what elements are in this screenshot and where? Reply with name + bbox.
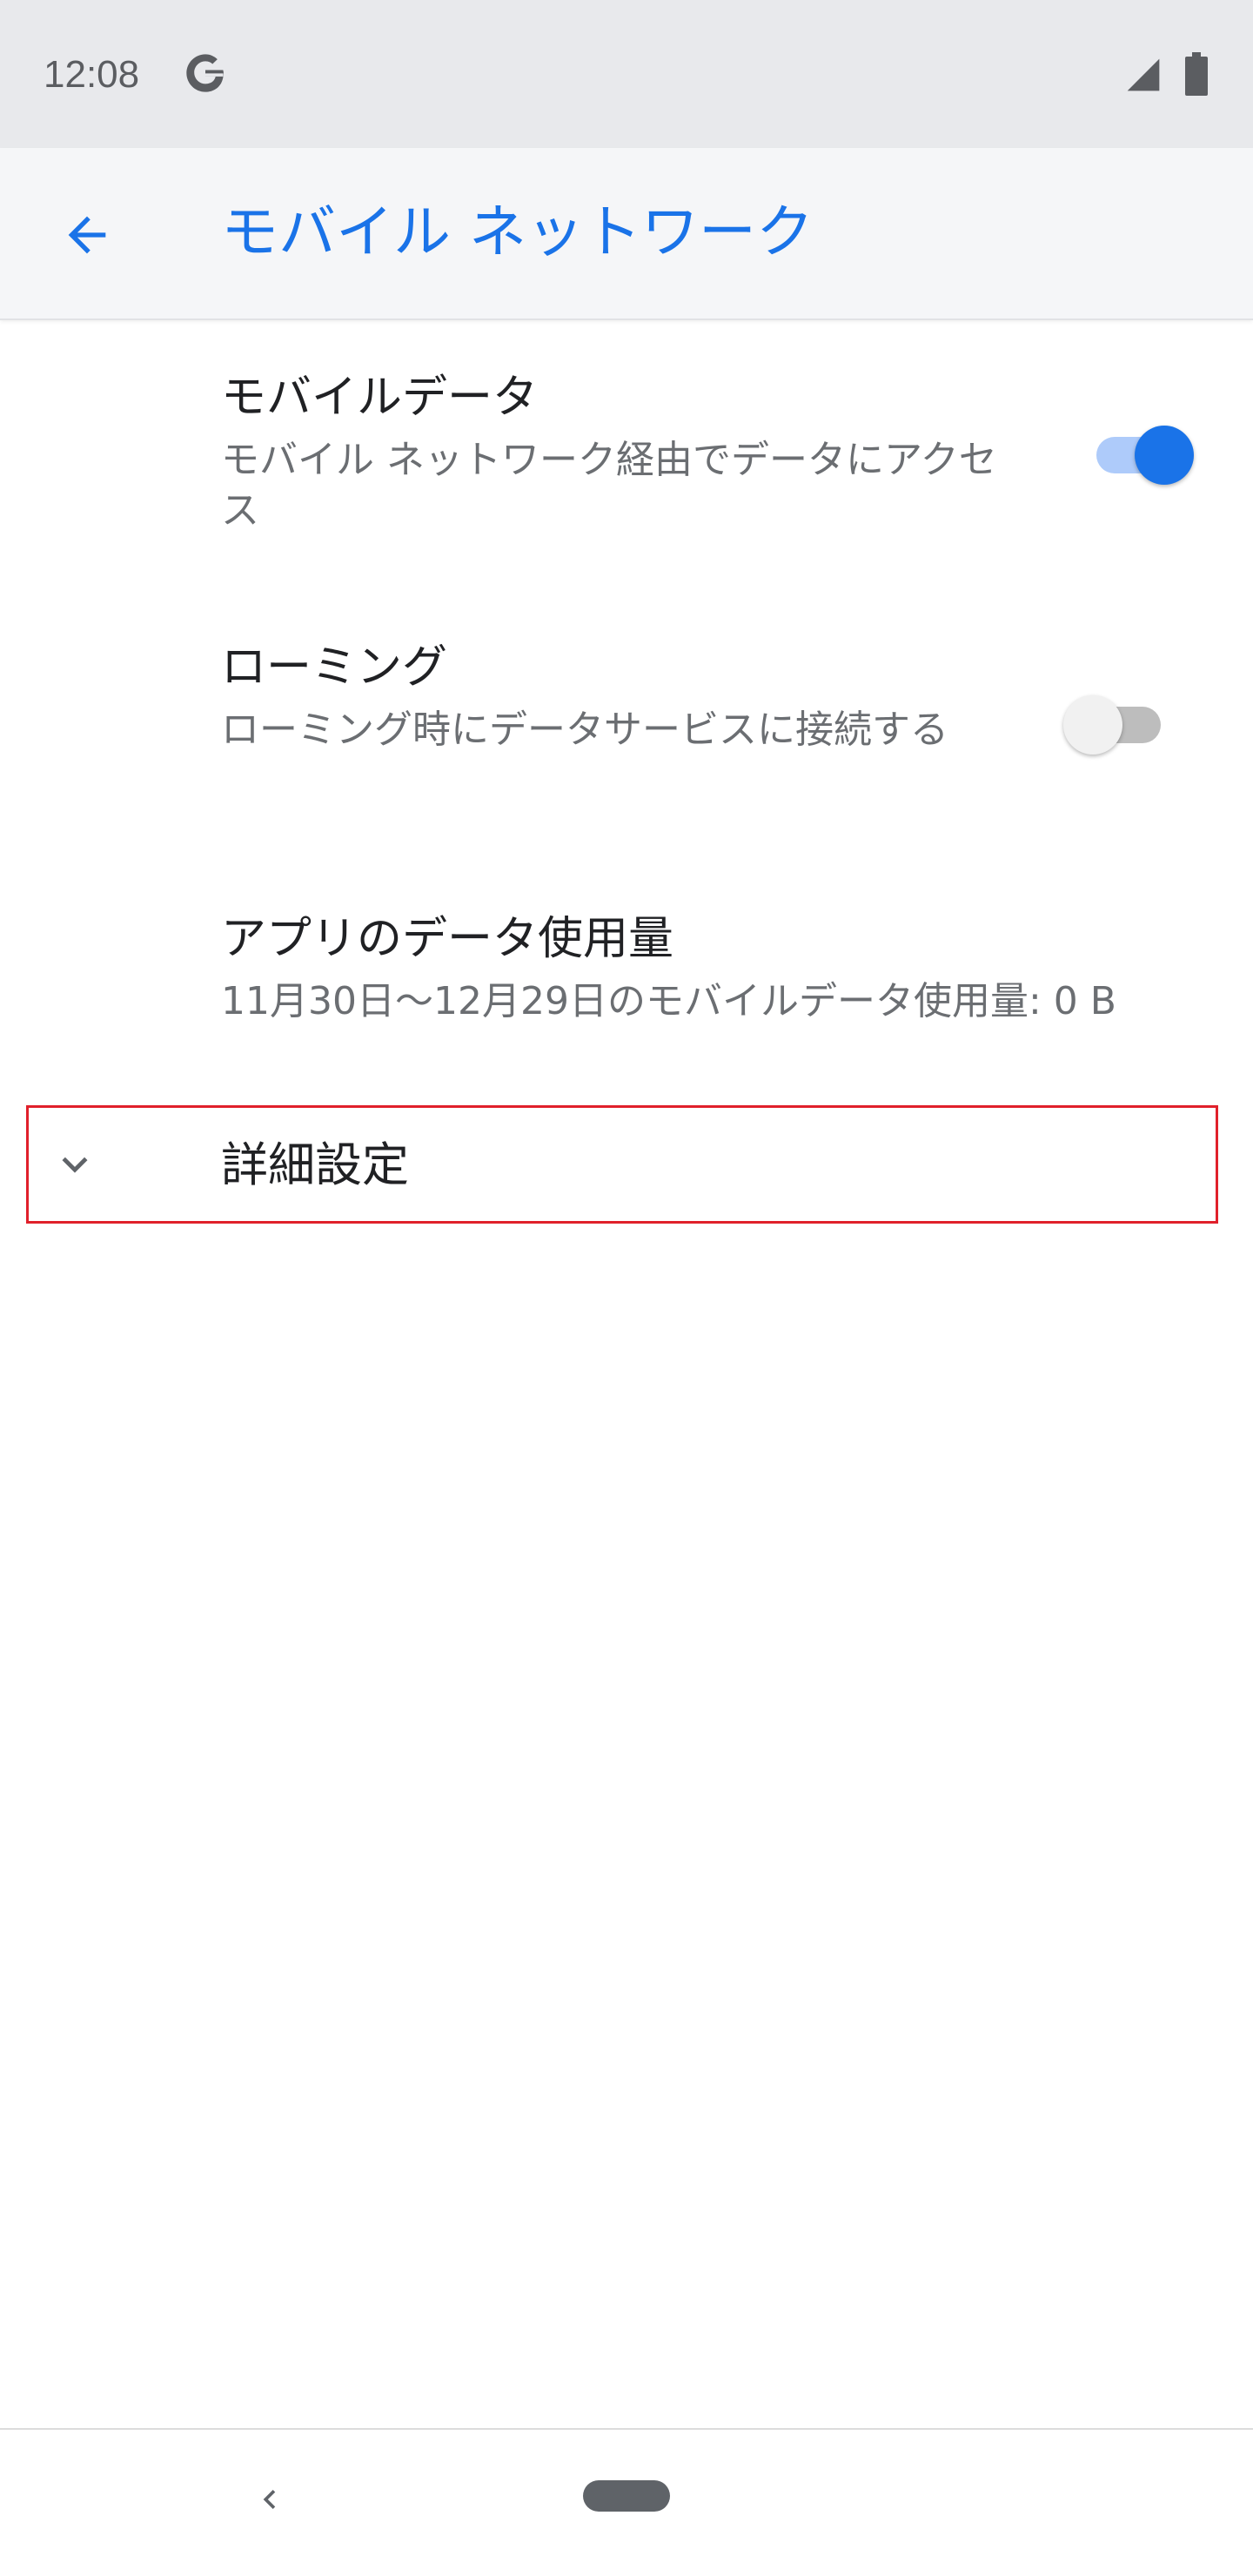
app-data-usage-summary: 11月30日〜12月29日のモバイルデータ使用量: 0 B: [221, 979, 1116, 1023]
advanced-settings-label: 詳細設定: [221, 1137, 409, 1192]
page-title: モバイル ネットワーク: [221, 198, 814, 265]
arrow-back-icon: [68, 216, 106, 254]
roaming-setting[interactable]: ローミング ローミング時にデータサービスに接続する: [0, 627, 1253, 844]
cell-signal-icon: [1127, 58, 1160, 91]
google-g-icon: [186, 54, 224, 92]
navigation-bar: [0, 2428, 1253, 2576]
toggle-thumb: [1135, 426, 1194, 485]
back-button[interactable]: [44, 191, 131, 278]
app-data-usage-setting[interactable]: アプリのデータ使用量 11月30日〜12月29日のモバイルデータ使用量: 0 B: [0, 898, 1253, 1046]
mobile-data-setting[interactable]: モバイルデータ モバイル ネットワーク経由でデータにアクセス: [0, 357, 1253, 574]
mobile-data-toggle[interactable]: [1089, 416, 1194, 494]
nav-back-button[interactable]: [235, 2465, 305, 2534]
battery-icon: [1185, 52, 1208, 96]
app-bar: モバイル ネットワーク: [0, 148, 1253, 320]
screen: 12:08 モバイル ネットワーク モバイルデータ モバイル ネットワーク経由で…: [0, 0, 1253, 2576]
app-data-usage-title: アプリのデータ使用量: [221, 913, 674, 965]
chevron-down-icon: [62, 1157, 88, 1173]
status-time: 12:08: [44, 53, 140, 96]
mobile-data-summary: モバイル ネットワーク経由でデータにアクセス: [221, 438, 997, 533]
home-pill-icon[interactable]: [583, 2480, 670, 2512]
nav-back-icon: [263, 2490, 276, 2509]
roaming-toggle[interactable]: [1063, 686, 1168, 764]
advanced-settings-row[interactable]: 詳細設定: [26, 1105, 1218, 1224]
status-bar: 12:08: [0, 0, 1253, 148]
toggle-thumb: [1063, 695, 1122, 755]
roaming-title: ローミング: [221, 641, 448, 694]
mobile-data-title: モバイルデータ: [221, 372, 539, 424]
roaming-summary: ローミング時にデータサービスに接続する: [221, 708, 948, 752]
